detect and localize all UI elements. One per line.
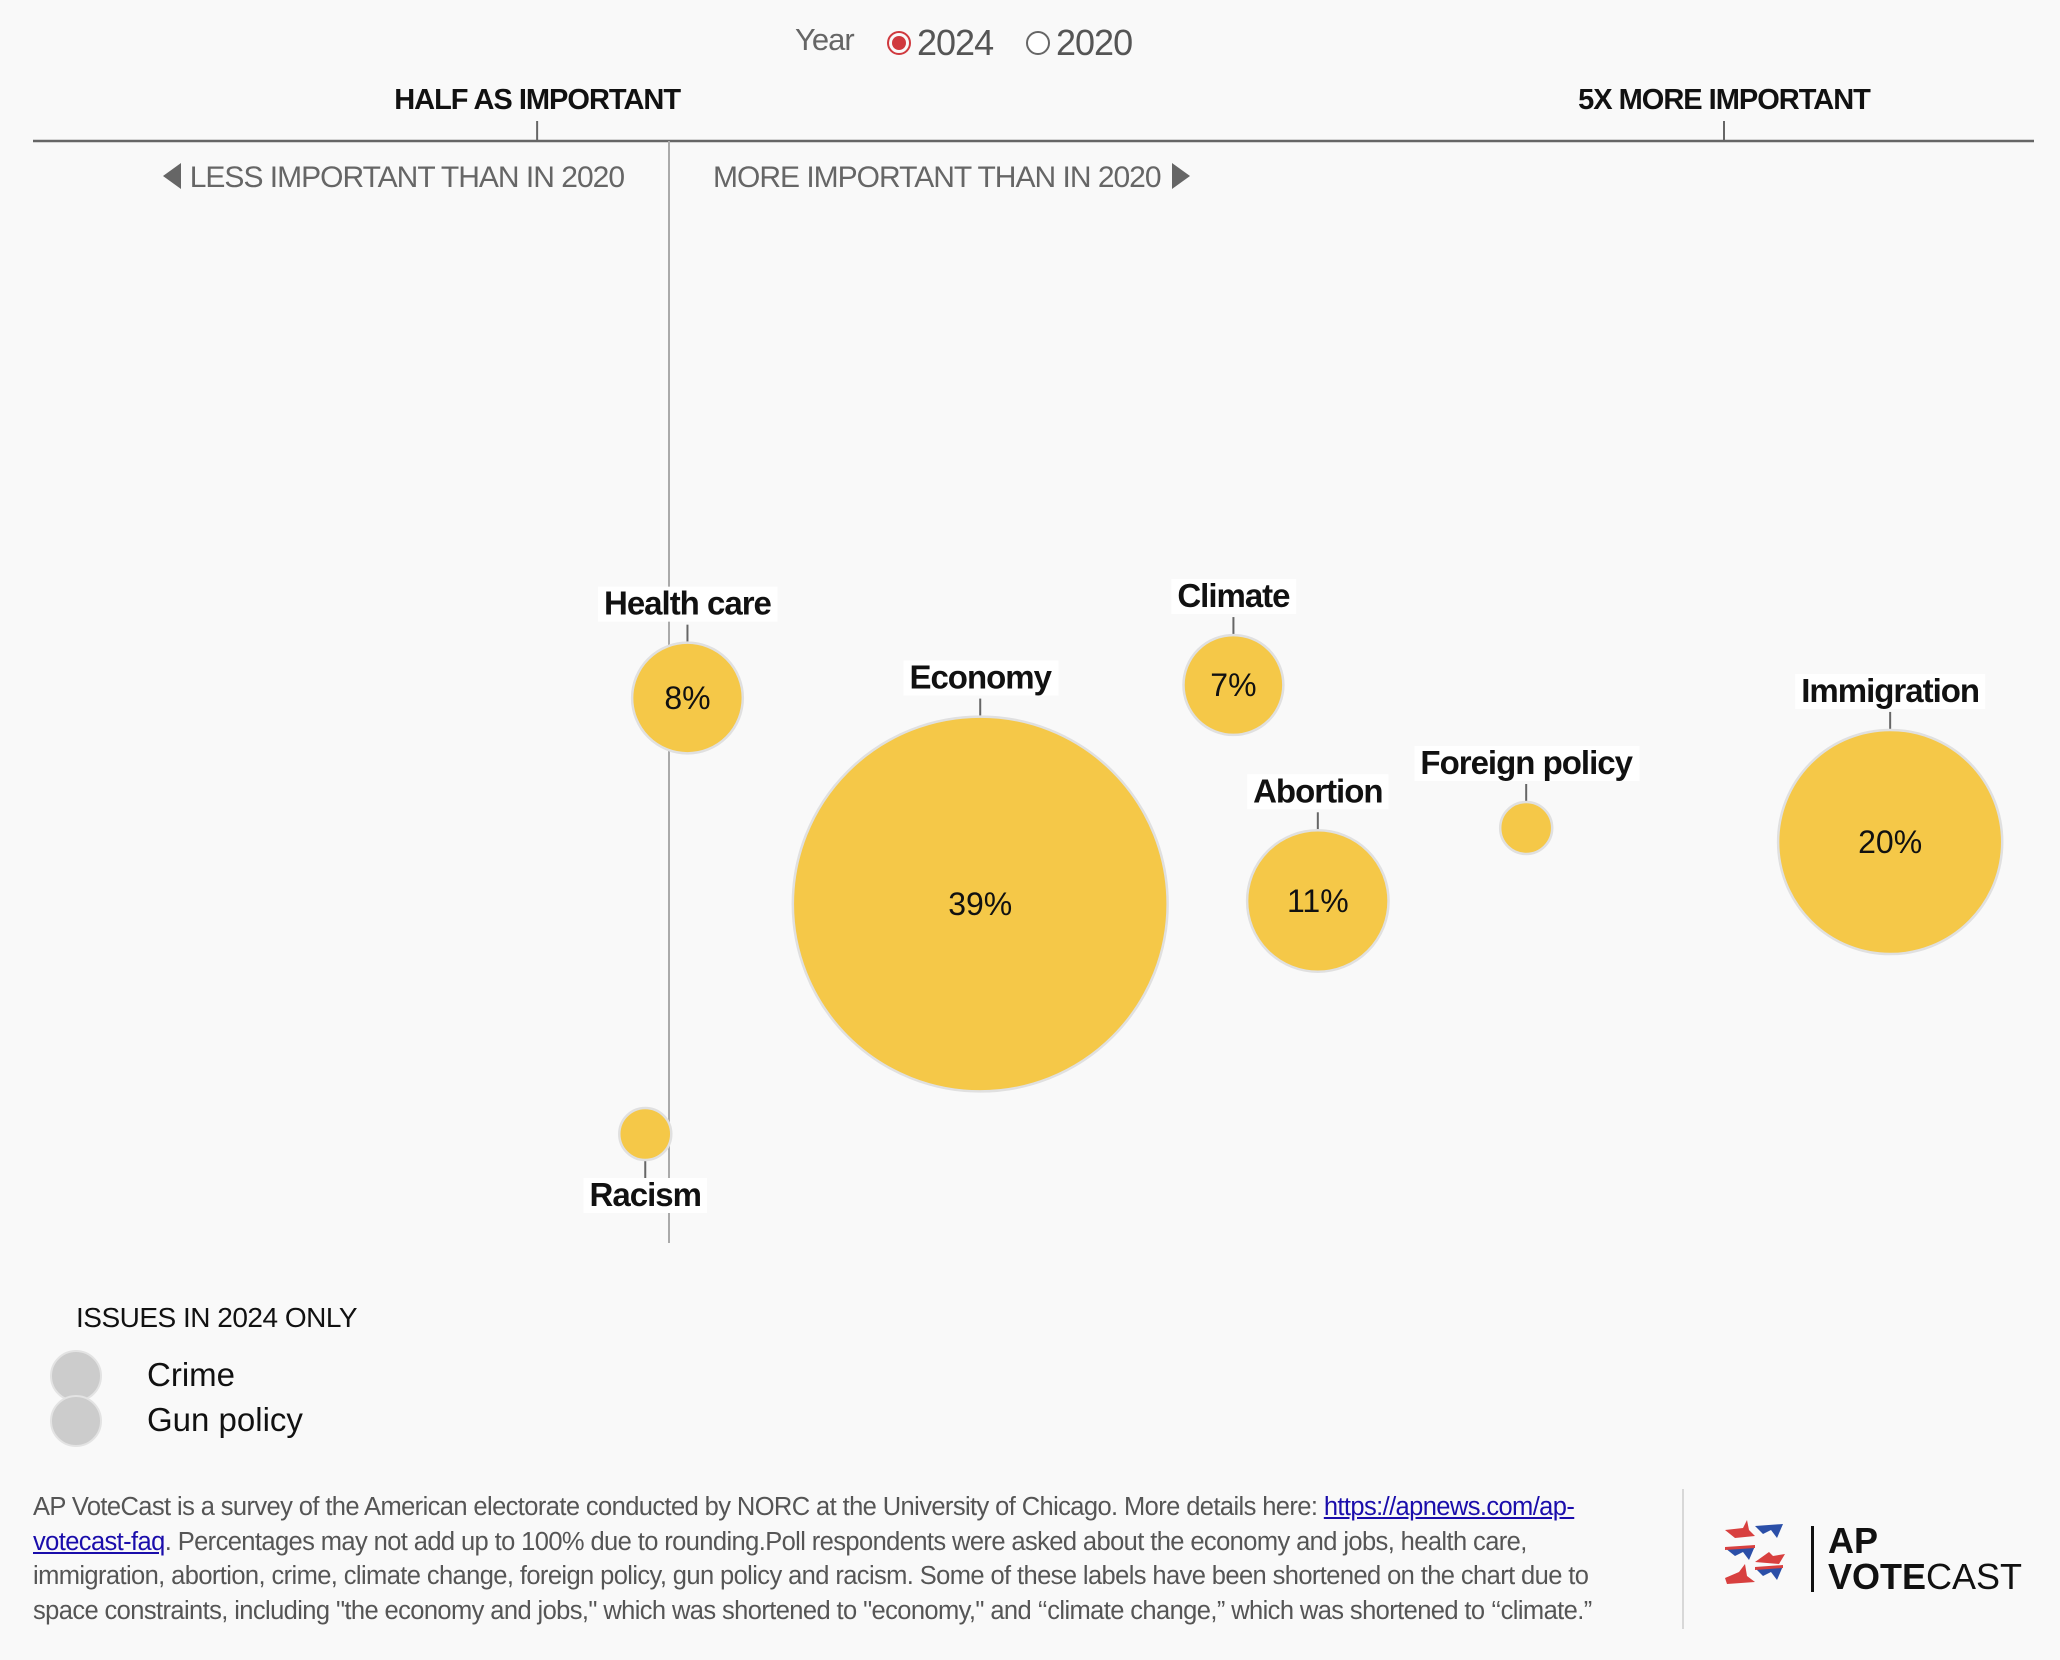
legend: ISSUES IN 2024 ONLY Crime Gun policy [50,1302,358,1447]
bubble-label-climate: Climate [1177,577,1290,614]
bubbles: Health care 8% Economy 39% Climate 7% Abortion… [583,577,2004,1214]
logo-cast: CAST [1926,1556,2023,1597]
bubble-group-immigration[interactable]: Immigration 20% [1776,672,2004,956]
bubble-label-racism: Racism [590,1176,701,1213]
footnote: AP VoteCast is a survey of the American … [33,1490,1633,1628]
bubble-value-abortion: 11% [1287,883,1349,919]
logo-divider [1811,1526,1814,1592]
bubble-label-economy: Economy [909,659,1052,696]
legend-title: ISSUES IN 2024 ONLY [76,1302,358,1333]
footnote-text-cont: . Percentages may not add up to 100% due… [33,1527,1592,1625]
more-important-label: MORE IMPORTANT THAN IN 2020 [713,161,1161,194]
bubble-group-racism[interactable]: Racism [583,1106,707,1214]
bubble-group-health-care[interactable]: Health care 8% [597,585,778,755]
bubble-value-economy: 39% [948,886,1012,922]
bubble-group-economy[interactable]: Economy 39% [791,659,1169,1093]
axis-tick-label-half: HALF AS IMPORTANT [394,84,681,116]
bubble-label-immigration: Immigration [1801,672,1979,709]
bubble-value-immigration: 20% [1858,824,1922,860]
footer-divider [1682,1489,1684,1629]
ap-votecast-logo: AP VOTECAST [1725,1520,2022,1600]
stars-icon [1725,1520,1785,1584]
footnote-text: AP VoteCast is a survey of the American … [33,1493,1324,1521]
axis-tick-label-5x: 5X MORE IMPORTANT [1578,84,1871,116]
less-important-label: LESS IMPORTANT THAN IN 2020 [190,161,625,194]
bubble-foreign-policy[interactable] [1498,800,1554,856]
legend-swatch-gun-policy [50,1395,102,1447]
bubble-value-health-care: 8% [664,680,710,716]
bubble-group-abortion[interactable]: Abortion 11% [1245,772,1390,973]
legend-label-crime: Crime [147,1356,235,1393]
bubble-label-foreign-policy: Foreign policy [1420,744,1633,781]
logo-votecast: VOTECAST [1828,1556,2022,1598]
bubble-racism[interactable] [618,1106,673,1162]
left-arrow-icon [163,163,181,189]
right-arrow-icon [1172,163,1190,189]
bubble-label-abortion: Abortion [1253,772,1382,809]
bubble-label-health-care: Health care [604,585,772,622]
bubble-value-climate: 7% [1210,667,1256,703]
bubble-group-climate[interactable]: Climate 7% [1171,577,1297,737]
legend-item-gun-policy: Gun policy [50,1395,303,1447]
legend-label-gun-policy: Gun policy [147,1401,303,1438]
logo-vote: VOTE [1828,1556,1927,1597]
bubble-group-foreign-policy[interactable]: Foreign policy [1414,744,1640,856]
bubble-chart: HALF AS IMPORTANT 5X MORE IMPORTANT LESS… [33,84,2034,1243]
